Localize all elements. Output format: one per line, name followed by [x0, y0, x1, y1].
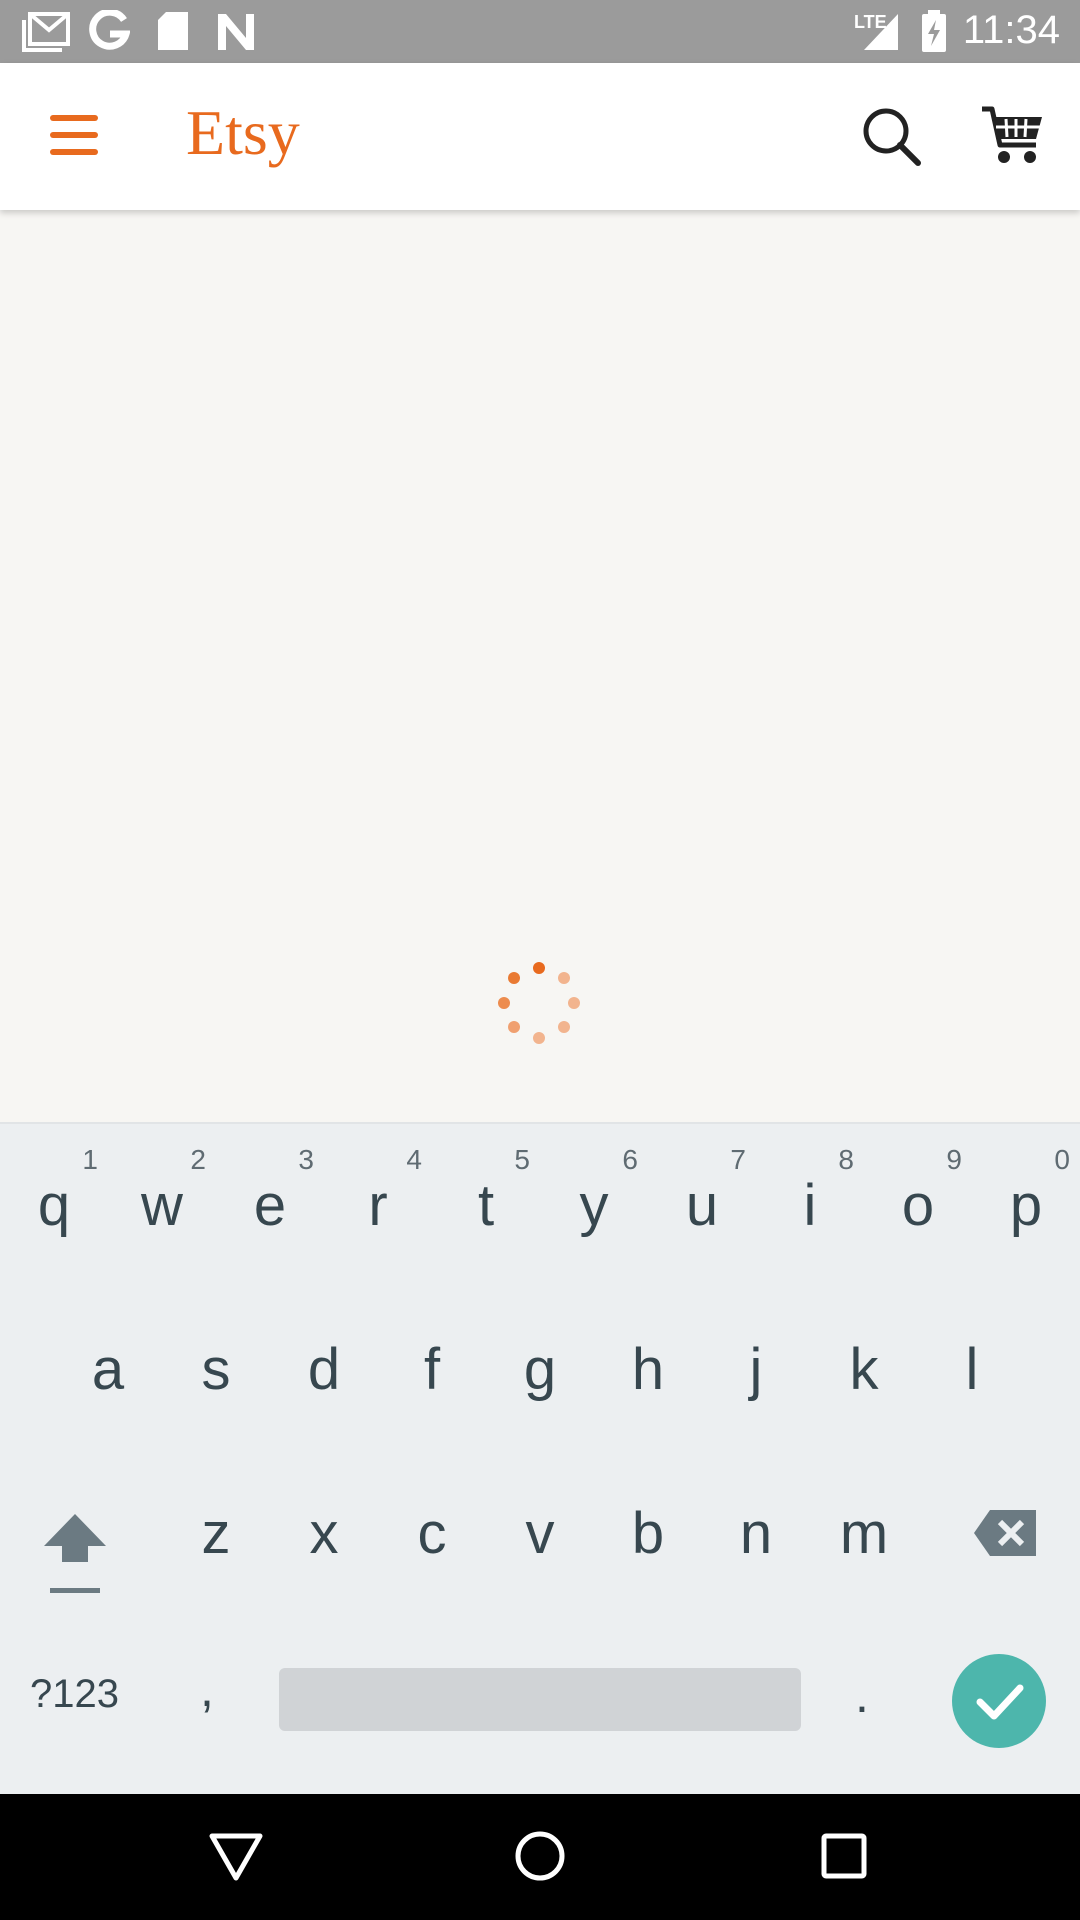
key-label: n: [739, 1501, 773, 1566]
menu-icon-line: [50, 149, 98, 155]
key-b[interactable]: b: [594, 1482, 702, 1632]
done-key[interactable]: [952, 1654, 1046, 1748]
backspace-key-icon[interactable]: [972, 1508, 1038, 1558]
key-label: h: [631, 1337, 665, 1402]
key-x[interactable]: x: [270, 1482, 378, 1632]
key-g[interactable]: g: [486, 1318, 594, 1468]
key-v[interactable]: v: [486, 1482, 594, 1632]
key-e[interactable]: e3: [216, 1142, 324, 1292]
app-bar: Etsy: [0, 63, 1080, 210]
key-label: a: [91, 1337, 125, 1402]
keyboard-divider: [0, 1122, 1080, 1124]
key-label: s: [201, 1337, 231, 1402]
comma-key[interactable]: ,: [200, 1660, 214, 1718]
checkmark-icon: [976, 1684, 1024, 1720]
menu-button[interactable]: [50, 115, 98, 155]
key-number-hint: 1: [82, 1144, 98, 1175]
key-label: g: [523, 1337, 557, 1402]
key-label: f: [423, 1337, 441, 1402]
gmail-icon: [22, 12, 70, 52]
key-p[interactable]: p0: [972, 1142, 1080, 1292]
key-m[interactable]: m: [810, 1482, 918, 1632]
key-label: b: [631, 1501, 665, 1566]
key-w[interactable]: w2: [108, 1142, 216, 1292]
loading-spinner-icon: [498, 962, 580, 1044]
key-label: j: [749, 1337, 763, 1402]
home-icon[interactable]: [508, 1824, 572, 1888]
key-label: v: [525, 1501, 555, 1566]
navigation-bar: [0, 1794, 1080, 1920]
key-j[interactable]: j: [702, 1318, 810, 1468]
key-s[interactable]: s: [162, 1318, 270, 1468]
key-number-hint: 6: [622, 1144, 638, 1175]
etsy-logo[interactable]: Etsy: [186, 101, 300, 165]
shift-key-icon[interactable]: [40, 1508, 110, 1598]
key-a[interactable]: a: [54, 1318, 162, 1468]
key-c[interactable]: c: [378, 1482, 486, 1632]
status-bar: LTE 11:34: [0, 0, 1080, 63]
key-k[interactable]: k: [810, 1318, 918, 1468]
menu-icon: [50, 115, 98, 121]
period-key[interactable]: .: [855, 1666, 869, 1724]
key-f[interactable]: f: [378, 1318, 486, 1468]
key-i[interactable]: i8: [756, 1142, 864, 1292]
key-label: p: [1009, 1173, 1043, 1238]
key-d[interactable]: d: [270, 1318, 378, 1468]
key-number-hint: 0: [1054, 1144, 1070, 1175]
key-l[interactable]: l: [918, 1318, 1026, 1468]
key-label: t: [477, 1173, 495, 1238]
key-label: l: [965, 1337, 979, 1402]
lte-signal-icon: [864, 14, 898, 50]
sd-card-icon: [158, 12, 188, 50]
cart-icon[interactable]: [980, 103, 1046, 167]
search-icon[interactable]: [860, 105, 924, 169]
key-number-hint: 9: [946, 1144, 962, 1175]
key-label: y: [579, 1173, 609, 1238]
space-key[interactable]: [279, 1668, 801, 1731]
key-label: o: [901, 1173, 935, 1238]
key-label: c: [417, 1501, 447, 1566]
key-label: w: [141, 1173, 183, 1238]
key-number-hint: 4: [406, 1144, 422, 1175]
key-label: x: [309, 1501, 339, 1566]
battery-charging-icon: [922, 10, 946, 52]
key-number-hint: 2: [190, 1144, 206, 1175]
key-label: u: [685, 1173, 719, 1238]
key-o[interactable]: o9: [864, 1142, 972, 1292]
key-label: q: [37, 1173, 71, 1238]
key-u[interactable]: u7: [648, 1142, 756, 1292]
clock: 11:34: [962, 8, 1060, 52]
key-number-hint: 3: [298, 1144, 314, 1175]
key-h[interactable]: h: [594, 1318, 702, 1468]
key-n[interactable]: n: [702, 1482, 810, 1632]
key-label: e: [253, 1173, 287, 1238]
key-label: z: [201, 1501, 231, 1566]
recents-icon[interactable]: [812, 1824, 876, 1888]
key-label: i: [803, 1173, 817, 1238]
key-t[interactable]: t5: [432, 1142, 540, 1292]
key-label: r: [368, 1173, 388, 1238]
key-label: d: [307, 1337, 341, 1402]
google-icon: [89, 10, 130, 50]
key-z[interactable]: z: [162, 1482, 270, 1632]
key-y[interactable]: y6: [540, 1142, 648, 1292]
key-label: m: [839, 1501, 889, 1566]
key-r[interactable]: r4: [324, 1142, 432, 1292]
key-number-hint: 7: [730, 1144, 746, 1175]
symbols-key[interactable]: ?123: [30, 1672, 119, 1717]
back-icon[interactable]: [204, 1824, 268, 1888]
key-number-hint: 5: [514, 1144, 530, 1175]
key-q[interactable]: q1: [0, 1142, 108, 1292]
menu-icon-line: [50, 132, 98, 138]
key-number-hint: 8: [838, 1144, 854, 1175]
n-icon: [218, 14, 254, 50]
key-label: k: [849, 1337, 879, 1402]
